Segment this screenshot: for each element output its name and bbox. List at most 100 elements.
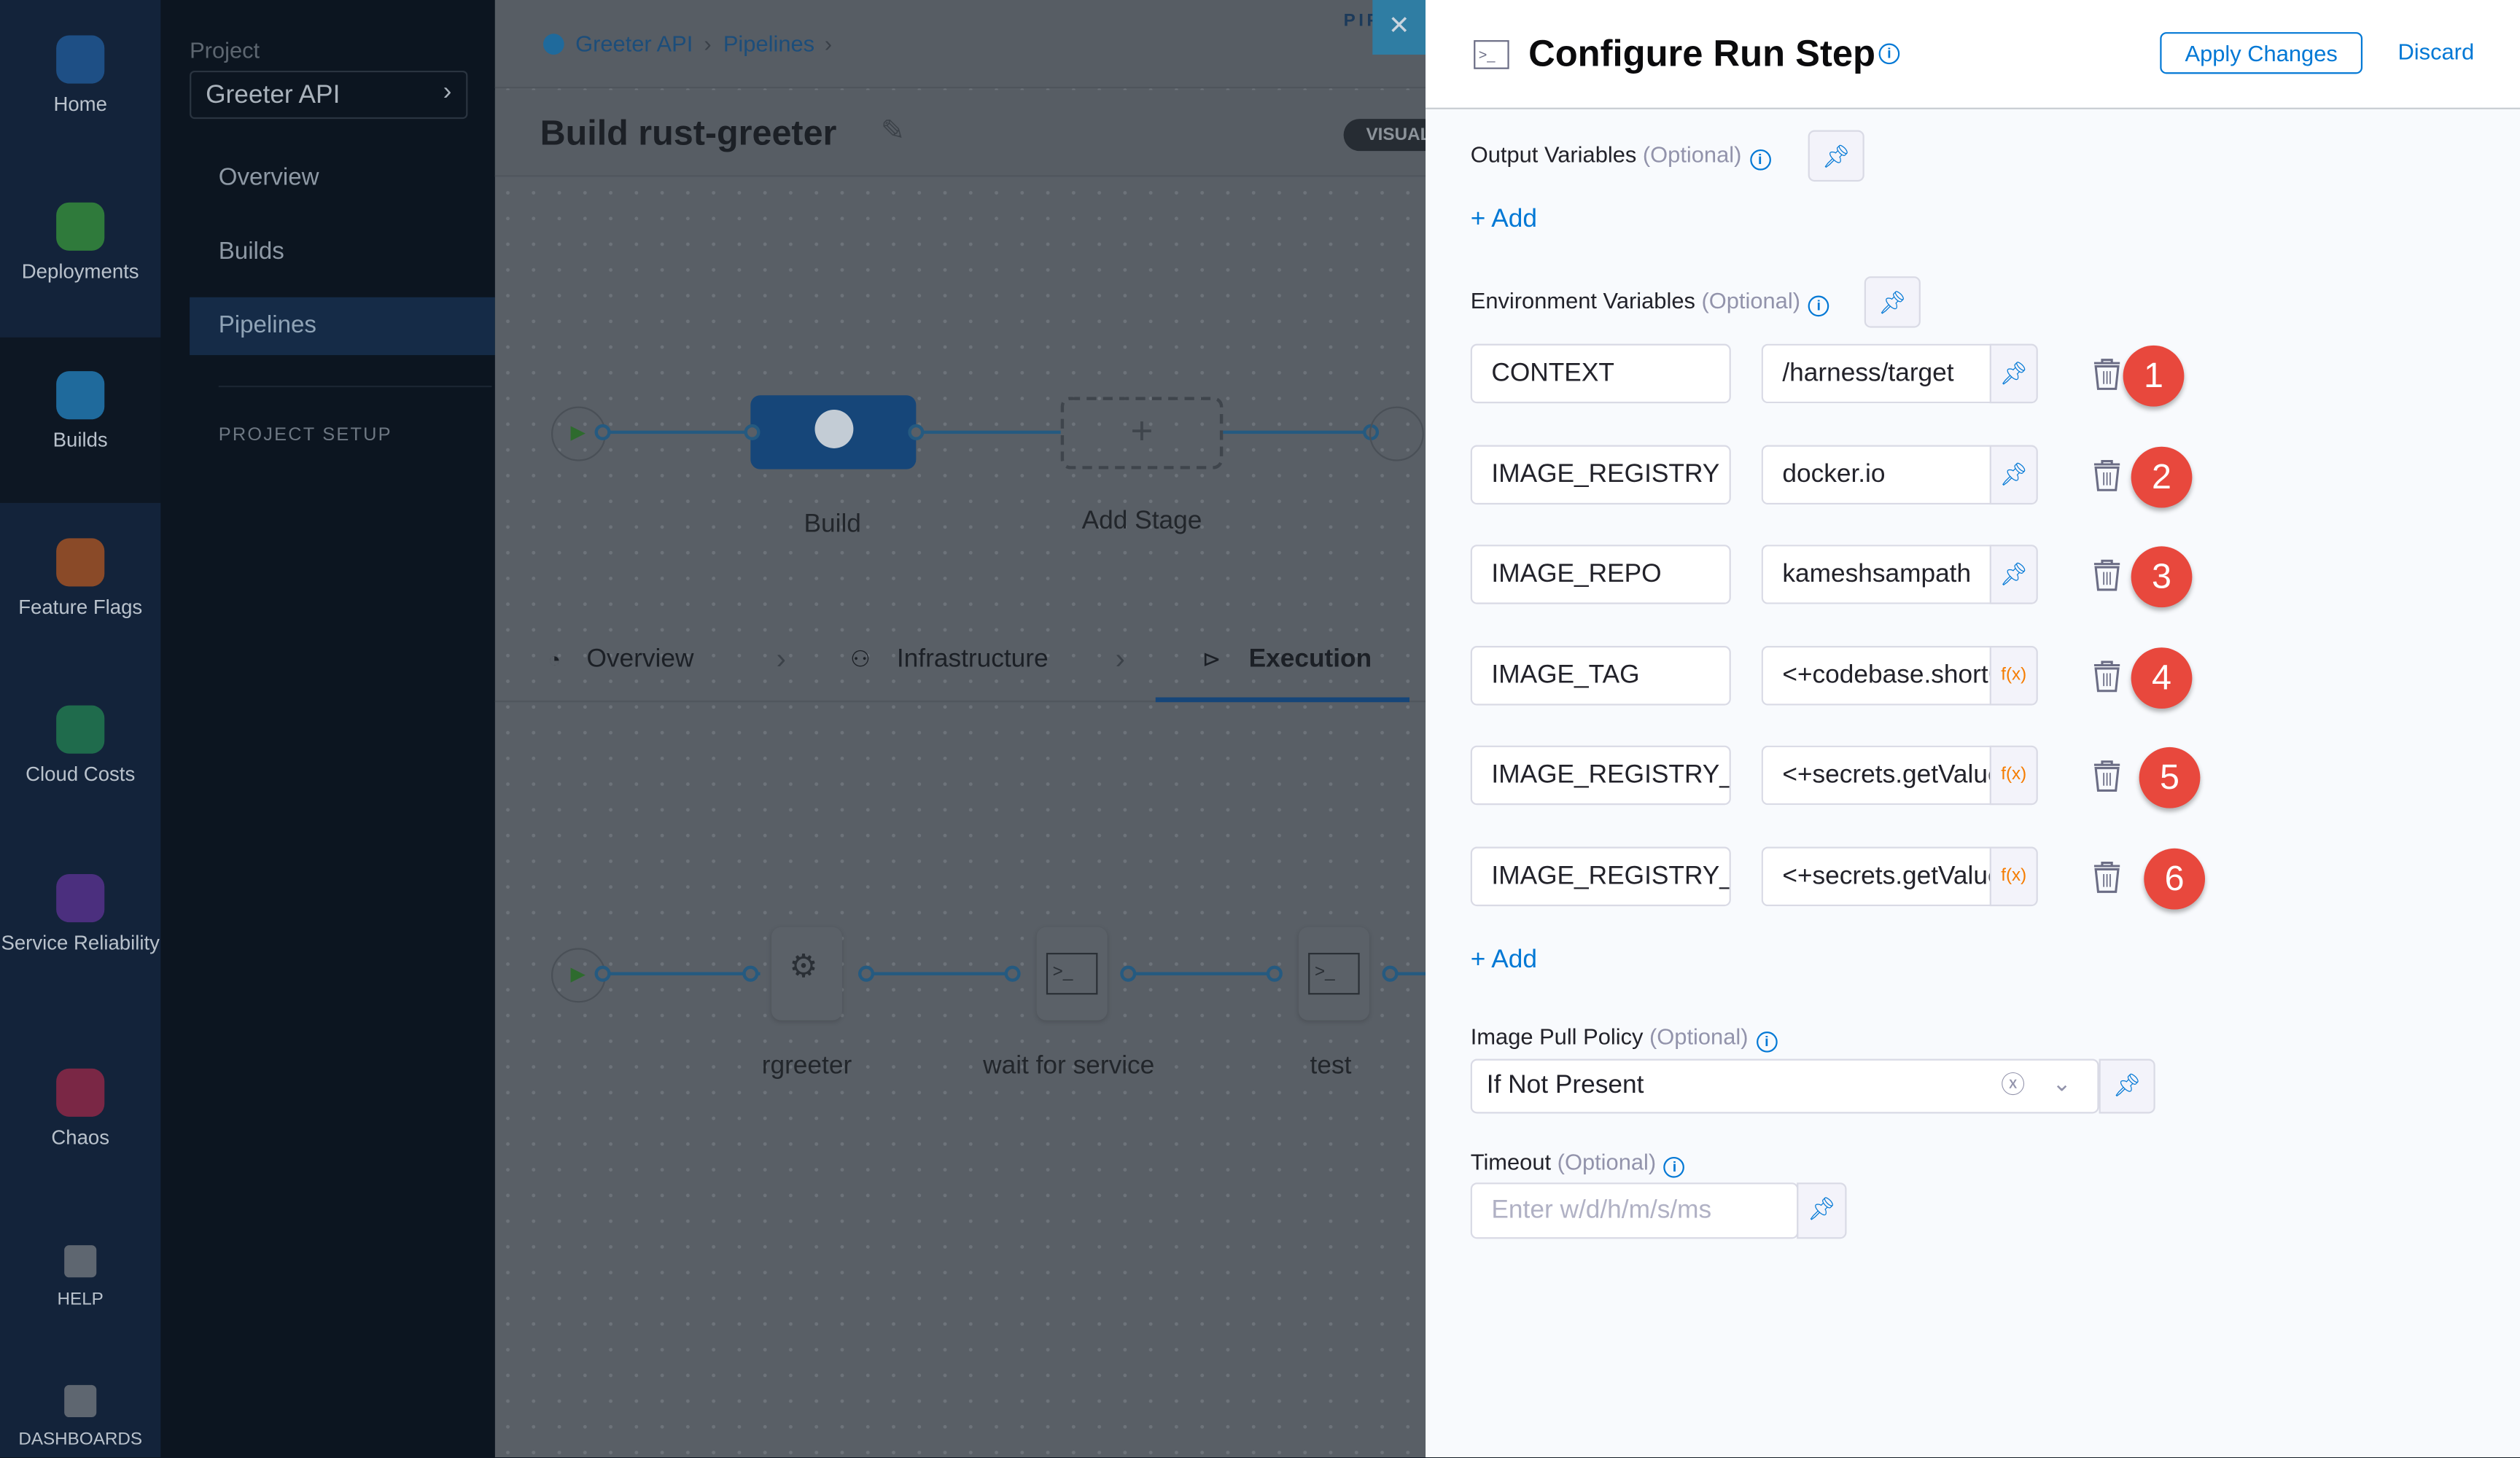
chaos-icon (56, 1068, 105, 1117)
pin-icon[interactable]: 📌︎ (2099, 1059, 2155, 1114)
project-selector[interactable]: Greeter API › (190, 70, 468, 120)
pin-icon[interactable]: 📌︎ (1808, 130, 1864, 182)
sidebar-item-pipelines[interactable]: Pipelines (219, 312, 316, 339)
terminal-icon: >_ (1474, 40, 1509, 69)
trash-icon[interactable] (2093, 458, 2122, 493)
env-key-input[interactable]: IMAGE_REGISTRY (1470, 445, 1731, 505)
play-icon: ▶ (570, 421, 586, 444)
project-setup-toggle[interactable]: PROJECT SETUP (219, 426, 392, 445)
step-rgreeter[interactable]: ⚙ (771, 927, 842, 1021)
selected-value: If Not Present (1486, 1072, 1644, 1099)
trash-icon[interactable] (2093, 758, 2122, 793)
pin-icon[interactable]: 📌︎ (1989, 445, 2038, 505)
close-icon[interactable]: ✕ (1372, 0, 1426, 55)
pin-icon[interactable]: 📌︎ (1989, 343, 2038, 404)
nav-label: Deployments (21, 260, 139, 283)
expression-icon[interactable]: f(x) (1989, 646, 2038, 706)
trash-icon[interactable] (2093, 356, 2122, 391)
pin-icon[interactable]: 📌︎ (1989, 545, 2038, 604)
nav-dashboards[interactable]: DASHBOARDS (0, 1384, 160, 1449)
nav-chaos[interactable]: Chaos (0, 1068, 160, 1149)
step-wait-for-service[interactable]: >_ (1036, 927, 1108, 1021)
env-value-input[interactable]: kameshsampath (1761, 545, 1995, 604)
divider (218, 385, 492, 388)
env-value-input[interactable]: <+codebase.shortCommitSha> (1761, 646, 1995, 706)
breadcrumb-pipelines[interactable]: Pipelines (723, 31, 814, 56)
sidebar-item-overview[interactable]: Overview (219, 164, 319, 191)
clear-icon[interactable]: ⓧ (2001, 1061, 2025, 1112)
trash-icon[interactable] (2093, 558, 2122, 593)
pin-icon[interactable]: 📌︎ (1864, 276, 1921, 328)
info-icon[interactable]: i (1756, 1032, 1778, 1053)
env-value-input[interactable]: docker.io (1761, 445, 1995, 505)
overview-icon: ◔ (548, 647, 561, 672)
env-value-input[interactable]: /harness/target (1761, 343, 1995, 404)
step-test[interactable]: >_ (1298, 927, 1369, 1021)
env-key-input[interactable]: IMAGE_REPO (1470, 545, 1731, 604)
expression-icon[interactable]: f(x) (1989, 745, 2038, 806)
dashboards-icon (64, 1384, 97, 1418)
apply-changes-button[interactable]: Apply Changes (2160, 32, 2363, 74)
pipeline-header: Build rust-greeter ✎ VISUAL (494, 90, 1440, 177)
end-node (1369, 406, 1424, 461)
pin-icon[interactable]: 📌︎ (1797, 1182, 1847, 1239)
nav-help[interactable]: HELP (0, 1245, 160, 1309)
timeout-label: Timeout (Optional) i (1471, 1149, 1685, 1178)
expression-icon[interactable]: f(x) (1989, 846, 2038, 907)
nav-label: Home (53, 93, 107, 116)
chevron-down-icon[interactable]: ⌄ (2053, 1061, 2072, 1109)
step-label: test (1310, 1052, 1352, 1080)
configure-run-step-panel: >_ Configure Run Step i Apply Changes Di… (1426, 0, 2520, 1458)
info-icon[interactable]: i (1664, 1156, 1685, 1178)
info-icon[interactable]: i (1878, 43, 1900, 65)
nav-home[interactable]: Home (0, 35, 160, 116)
discard-button[interactable]: Discard (2398, 39, 2475, 64)
trash-icon[interactable] (2093, 859, 2122, 894)
add-environment-variable-button[interactable]: + Add (1471, 946, 1537, 975)
env-key-input[interactable]: CONTEXT (1470, 343, 1731, 404)
stage-label: Build (804, 510, 861, 539)
pipeline-studio: Greeter API › Pipelines › PIPELINE ✕ Bui… (494, 0, 1447, 1458)
sidebar-item-builds[interactable]: Builds (219, 238, 284, 265)
stage-build[interactable] (750, 395, 917, 469)
chevron-right-icon: › (776, 642, 786, 675)
environment-variables-label: Environment Variables (Optional) i (1471, 288, 1829, 317)
pipeline-title: Build rust-greeter (540, 112, 837, 153)
add-output-variable-button[interactable]: + Add (1471, 206, 1537, 235)
step-marker-badge: 1 (2123, 345, 2185, 407)
env-value-input[interactable]: <+secrets.getValue> (1761, 745, 1995, 806)
nav-builds[interactable]: Builds (0, 337, 161, 503)
nav-service-reliability[interactable]: Service Reliability (0, 874, 160, 954)
terminal-icon: >_ (1308, 953, 1360, 995)
breadcrumb-separator: › (824, 30, 833, 57)
step-label: rgreeter (761, 1052, 852, 1080)
nav-deployments[interactable]: Deployments (0, 202, 160, 283)
timeout-input[interactable]: Enter w/d/h/m/s/ms (1470, 1182, 1799, 1239)
breadcrumb-separator: › (704, 30, 712, 57)
trash-icon[interactable] (2093, 659, 2122, 694)
step-label: wait for service (983, 1052, 1155, 1080)
nav-feature-flags[interactable]: Feature Flags (0, 538, 160, 619)
builds-icon (56, 371, 105, 420)
nav-label: Chaos (51, 1126, 110, 1149)
chevron-right-icon: › (443, 79, 452, 106)
add-stage-button[interactable]: + (1060, 397, 1224, 469)
step-marker-badge: 2 (2131, 446, 2193, 508)
tab-execution[interactable]: Execution (1249, 646, 1372, 675)
tab-infrastructure[interactable]: Infrastructure (897, 646, 1049, 675)
stage-tabs: ◔ Overview › ⚇ Infrastructure › ⊳ Execut… (494, 619, 1426, 703)
gear-icon: ⚙ (789, 949, 818, 986)
image-pull-policy-label: Image Pull Policy (Optional) i (1471, 1024, 1778, 1053)
env-value-input[interactable]: <+secrets.getValue> (1761, 846, 1995, 907)
nav-cloud-costs[interactable]: Cloud Costs (0, 705, 160, 786)
infrastructure-icon: ⚇ (849, 646, 871, 672)
env-key-input[interactable]: IMAGE_TAG (1470, 646, 1731, 706)
env-key-input[interactable]: IMAGE_REGISTRY_ (1470, 846, 1731, 907)
info-icon[interactable]: i (1749, 149, 1771, 171)
info-icon[interactable]: i (1808, 295, 1829, 317)
edit-icon[interactable]: ✎ (881, 114, 905, 147)
tab-overview[interactable]: Overview (586, 646, 693, 675)
env-key-input[interactable]: IMAGE_REGISTRY_ (1470, 745, 1731, 806)
image-pull-policy-select[interactable]: If Not Present ⓧ ⌄ (1470, 1059, 2099, 1114)
breadcrumb-greeter-api[interactable]: Greeter API (575, 31, 693, 56)
